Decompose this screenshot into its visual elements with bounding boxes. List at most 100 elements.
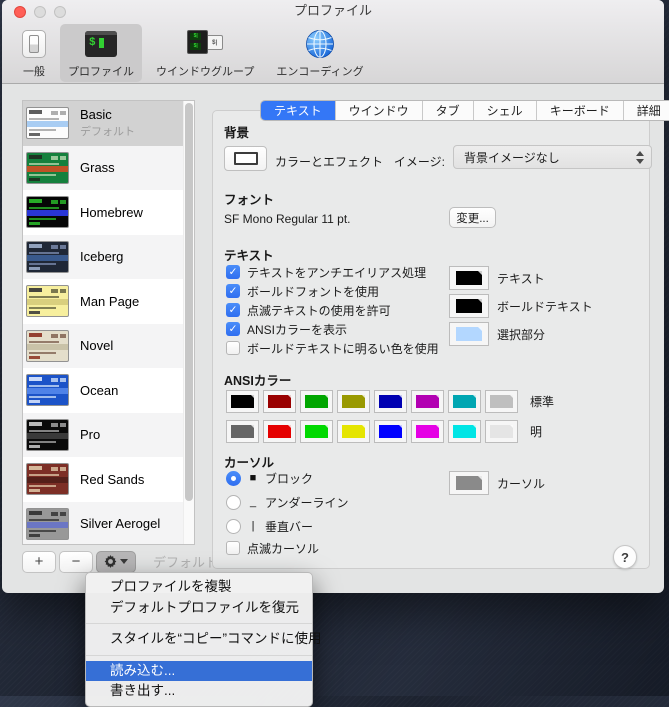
zoom-button[interactable]	[54, 6, 66, 18]
ansi-color-well[interactable]	[374, 390, 407, 413]
text-option-row[interactable]: ✓ テキストをアンチエイリアス処理	[226, 264, 439, 280]
help-button[interactable]: ?	[613, 545, 637, 569]
radio-button[interactable]	[226, 494, 241, 510]
ansi-color-swatch	[453, 425, 476, 438]
add-profile-button[interactable]: +	[22, 550, 56, 573]
radio-button[interactable]	[226, 518, 241, 534]
profile-text: Grass	[80, 160, 115, 175]
profile-text: Iceberg	[80, 249, 123, 264]
text-option-row[interactable]: ✓ 点滅テキストの使用を許可	[226, 302, 439, 318]
menu-item[interactable]: 書き出す...	[86, 681, 312, 702]
image-label: イメージ:	[393, 155, 445, 169]
text-option-row[interactable]: ✓ ボールドフォントを使用	[226, 283, 439, 299]
profile-text: Novel	[80, 338, 113, 353]
scrollbar-track[interactable]	[183, 101, 194, 544]
ansi-color-well[interactable]	[263, 420, 296, 443]
checkbox[interactable]: ✓	[226, 322, 240, 336]
profile-name: Iceberg	[80, 249, 124, 265]
toolbar-item-profiles[interactable]: $ プロファイル	[60, 24, 142, 82]
section-title-background: 背景	[224, 126, 250, 140]
color-well[interactable]	[449, 294, 489, 318]
tab-シェル[interactable]: シェル	[472, 101, 536, 120]
profile-row-man-page[interactable]: Man Page	[23, 279, 183, 324]
ansi-color-well[interactable]	[263, 390, 296, 413]
radio-label: ブロック	[265, 471, 314, 486]
color-well[interactable]	[449, 266, 489, 290]
ansi-color-rows: 標準明	[226, 390, 554, 443]
gear-action-button[interactable]	[96, 550, 136, 573]
popup-chevrons-icon	[636, 150, 644, 164]
cursor-radios: ■ ブロック _ アンダーライン | 垂直バー	[226, 470, 349, 534]
profile-row-red-sands[interactable]: Red Sands	[23, 457, 183, 502]
profile-row-grass[interactable]: Grass	[23, 145, 183, 190]
checkbox[interactable]	[226, 341, 240, 355]
tab-ウインドウ[interactable]: ウインドウ	[334, 101, 422, 120]
change-font-button[interactable]: 変更...	[449, 207, 496, 228]
cursor-style-row[interactable]: | 垂直バー	[226, 518, 349, 534]
ansi-color-well[interactable]	[374, 420, 407, 443]
profile-row-homebrew[interactable]: Homebrew	[23, 190, 183, 235]
cursor-style-row[interactable]: ■ ブロック	[226, 470, 349, 486]
profile-row-pro[interactable]: Pro	[23, 412, 183, 457]
cursor-style-row[interactable]: _ アンダーライン	[226, 494, 349, 510]
menu-item[interactable]: デフォルトプロファイルを復元	[86, 598, 312, 619]
checkbox[interactable]: ✓	[226, 284, 240, 298]
colors-effects-button[interactable]	[224, 146, 267, 171]
profile-thumbnail	[26, 107, 69, 140]
menu-item[interactable]: 読み込む...	[86, 660, 312, 681]
checkbox[interactable]: ✓	[226, 265, 240, 279]
profile-subtitle: デフォルト	[80, 126, 135, 139]
ansi-color-well[interactable]	[411, 390, 444, 413]
toolbar-item-general[interactable]: 一般	[14, 24, 54, 82]
cursor-color-well[interactable]	[449, 471, 489, 495]
profile-name: Pro	[80, 427, 101, 443]
text-option-row[interactable]: ✓ ANSIカラーを表示	[226, 321, 439, 337]
close-button[interactable]	[14, 6, 26, 18]
profile-row-ocean[interactable]: Ocean	[23, 368, 183, 413]
ansi-color-well[interactable]	[300, 420, 333, 443]
profile-row-novel[interactable]: Novel	[23, 323, 183, 368]
ansi-row: 明	[226, 420, 554, 443]
ansi-color-well[interactable]	[448, 420, 481, 443]
ansi-color-swatch	[305, 395, 328, 408]
menu-item[interactable]: プロファイルを複製	[86, 577, 312, 598]
toolbar-item-window-groups[interactable]: $| $| $| ウインドウグループ	[148, 24, 262, 82]
ansi-color-well[interactable]	[485, 420, 518, 443]
profile-row-silver-aerogel[interactable]: Silver Aerogel	[23, 501, 183, 544]
blink-cursor-checkbox[interactable]	[226, 541, 240, 555]
ansi-color-well[interactable]	[337, 420, 370, 443]
profile-thumbnail	[26, 329, 69, 362]
color-swatch	[456, 299, 482, 313]
menu-item[interactable]: スタイルを“コピー”コマンドに使用	[86, 629, 322, 650]
text-option-row[interactable]: ボールドテキストに明るい色を使用	[226, 340, 439, 356]
scrollbar-thumb[interactable]	[185, 103, 193, 501]
blink-cursor-row[interactable]: 点滅カーソル	[226, 540, 319, 556]
ansi-color-well[interactable]	[485, 390, 518, 413]
ansi-color-well[interactable]	[226, 420, 259, 443]
tab-キーボード[interactable]: キーボード	[535, 101, 623, 120]
ansi-color-well[interactable]	[226, 390, 259, 413]
profile-text: Basic デフォルト	[80, 107, 135, 139]
ansi-color-well[interactable]	[337, 390, 370, 413]
radio-button[interactable]	[226, 470, 241, 486]
color-well[interactable]	[449, 322, 489, 346]
ansi-color-swatch	[416, 395, 439, 408]
remove-profile-button[interactable]: −	[59, 550, 93, 573]
color-swatch	[456, 327, 482, 341]
toolbar-item-encodings[interactable]: エンコーディング	[268, 24, 371, 82]
ansi-color-well[interactable]	[411, 420, 444, 443]
profile-text: Silver Aerogel	[80, 516, 160, 531]
minimize-button[interactable]	[34, 6, 46, 18]
checkbox[interactable]: ✓	[226, 303, 240, 317]
profile-name: Novel	[80, 338, 114, 354]
profile-row-iceberg[interactable]: Iceberg	[23, 234, 183, 279]
ansi-color-well[interactable]	[448, 390, 481, 413]
tab-詳細[interactable]: 詳細	[622, 101, 669, 120]
ansi-row-label: 明	[530, 425, 543, 439]
profile-row-basic[interactable]: Basic デフォルト	[23, 101, 183, 146]
profile-thumbnail	[26, 463, 69, 496]
background-image-popup[interactable]: 背景イメージなし	[453, 145, 652, 169]
tab-テキスト[interactable]: テキスト	[261, 101, 335, 120]
tab-タブ[interactable]: タブ	[421, 101, 473, 120]
ansi-color-well[interactable]	[300, 390, 333, 413]
